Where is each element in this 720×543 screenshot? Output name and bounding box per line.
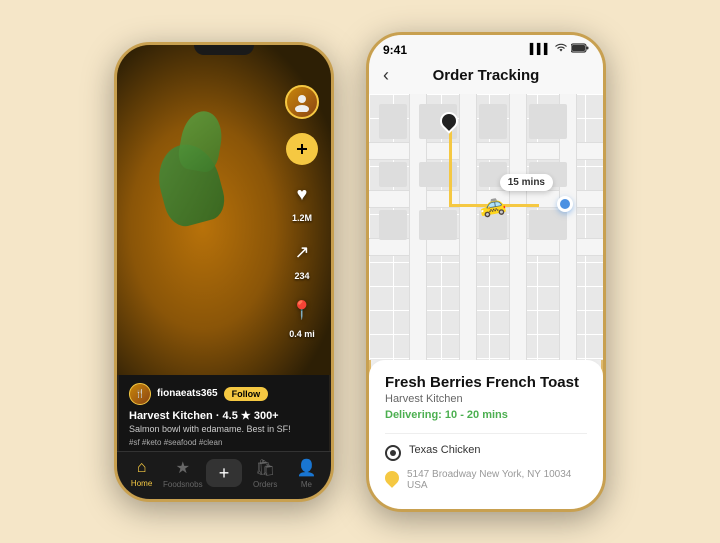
block4 [529,104,567,139]
route-vertical [449,124,452,204]
header-bar: ‹ Order Tracking [369,61,603,94]
pickup-name: Texas Chicken [409,444,481,456]
divider [385,433,587,434]
poster-avatar [285,85,319,119]
right-phone: 9:41 ▌▌▌ ‹ Order Tracking [366,32,606,512]
status-time: 9:41 [383,43,407,57]
nav-home[interactable]: ⌂ Home [121,459,162,488]
map-grid [369,94,603,360]
page-title: Order Tracking [433,67,540,84]
order-item-name: Fresh Berries French Toast [385,374,587,391]
user-avatar: 🍴 [129,383,151,405]
battery-icon [571,43,589,56]
pickup-icon [385,445,401,461]
destination-dot [557,196,573,212]
road-v3 [509,94,527,360]
block1 [379,104,407,139]
restaurant-name: Harvest Kitchen · 4.5 ★ 300+ [129,409,319,422]
eta-bubble: 15 mins [500,174,553,191]
block12 [529,210,567,240]
add-nav-icon: + [206,459,242,487]
order-info-panel: Fresh Berries French Toast Harvest Kitch… [369,360,603,509]
orders-icon: 🛍 [255,458,275,478]
follow-button[interactable]: Follow [224,387,269,401]
block3 [479,104,507,139]
post-hashtags: #sf #keto #seafood #clean [129,438,319,447]
action-buttons: ♥ 1.2M ↗ 234 📍 0.4 mi [285,85,319,339]
share-count: 234 [294,271,309,281]
home-icon: ⌂ [137,459,147,477]
nav-add[interactable]: + [203,459,244,487]
origin-pin [440,112,458,130]
delivery-address: 5147 Broadway New York, NY 10034 USA [407,469,587,491]
status-bar: 9:41 ▌▌▌ [369,35,603,61]
delivery-pin-icon [382,468,402,488]
nav-home-label: Home [131,479,152,488]
profile-icon: 👤 [296,458,316,478]
heart-icon: ♥ [286,179,318,211]
wifi-icon [555,43,567,56]
map-area: 🚕 15 mins [369,94,603,360]
back-button[interactable]: ‹ [383,65,389,86]
nav-me-label: Me [301,480,312,489]
nav-orders-label: Orders [253,480,277,489]
signal-icon: ▌▌▌ [530,44,551,55]
post-info: 🍴 fionaeats365 Follow Harvest Kitchen · … [117,375,331,451]
order-status: Delivering: 10 - 20 mins [385,409,587,421]
block5 [379,162,407,187]
pickup-location-row: Texas Chicken [385,444,587,461]
road-v2 [459,94,477,360]
order-restaurant-name: Harvest Kitchen [385,393,587,405]
like-action[interactable]: ♥ 1.2M [286,179,318,223]
nav-orders[interactable]: 🛍 Orders [245,458,286,489]
share-icon: ↗ [286,237,318,269]
delivery-info: 5147 Broadway New York, NY 10034 USA [407,469,587,491]
distance-label: 0.4 mi [289,329,315,339]
star-icon: ★ [176,458,190,478]
nav-foodsnobs[interactable]: ★ Foodsnobs [162,458,203,489]
delivery-location-row: 5147 Broadway New York, NY 10034 USA [385,469,587,491]
nav-foodsnobs-label: Foodsnobs [163,480,203,489]
user-row: 🍴 fionaeats365 Follow [129,383,319,405]
location-action[interactable]: 📍 0.4 mi [286,295,318,339]
nav-me[interactable]: 👤 Me [286,458,327,489]
like-count: 1.2M [292,213,312,223]
block9 [379,210,407,240]
food-image: ♥ 1.2M ↗ 234 📍 0.4 mi [117,45,331,375]
bottom-nav: ⌂ Home ★ Foodsnobs + 🛍 Orders 👤 Me [117,451,331,499]
left-phone: ♥ 1.2M ↗ 234 📍 0.4 mi 🍴 fionaeats365 Fol… [114,42,334,502]
delivery-car: 🚕 [477,189,509,219]
status-icons: ▌▌▌ [530,43,589,56]
share-action[interactable]: ↗ 234 [286,237,318,281]
pickup-info: Texas Chicken [409,444,481,456]
post-description: Salmon bowl with edamame. Best in SF! [129,424,319,436]
block10 [419,210,457,240]
username-label: fionaeats365 [157,388,218,399]
add-icon[interactable] [286,133,318,165]
location-icon: 📍 [286,295,318,327]
notch [194,45,254,55]
